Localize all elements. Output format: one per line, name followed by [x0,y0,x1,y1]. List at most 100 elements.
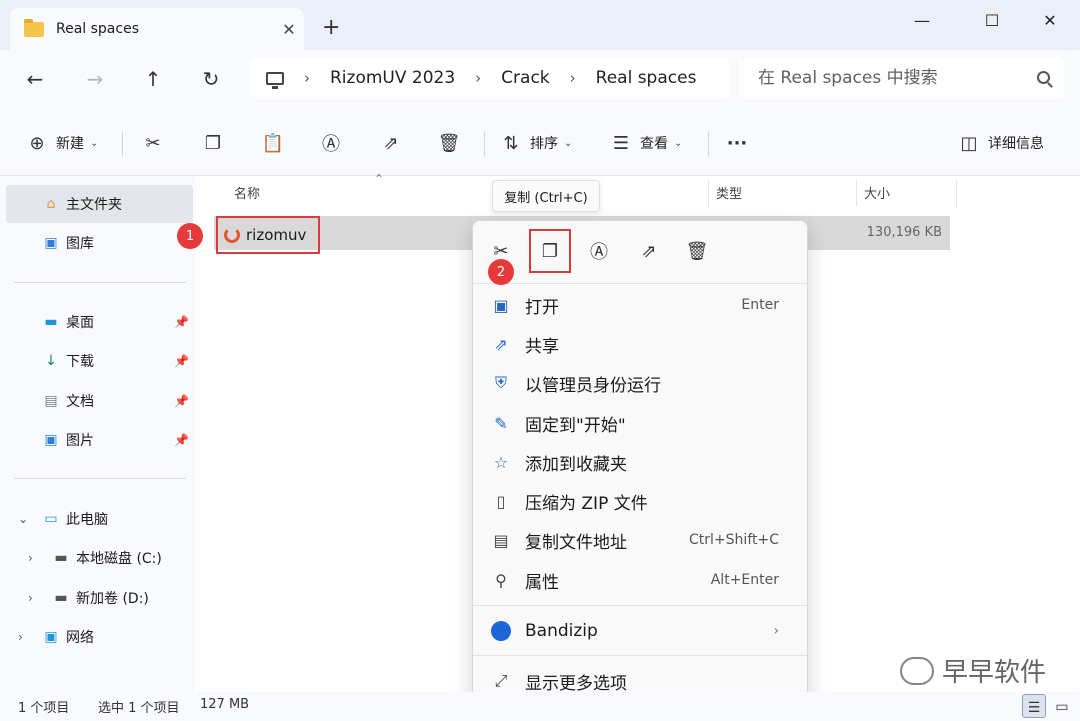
breadcrumb-item[interactable]: Crack [501,68,549,88]
menu-item-shortcut: Alt+Enter [710,572,779,588]
minimize-button[interactable]: — [900,6,944,34]
share-button[interactable]: ⇗ [380,128,402,158]
new-button[interactable]: ⊕ 新建 ⌄ [26,128,98,158]
details-view-button[interactable]: ☰ [1022,694,1046,718]
tab-real-spaces[interactable]: Real spaces ✕ [10,8,304,50]
delete-button[interactable]: 🗑 [438,128,461,158]
column-separator[interactable] [956,180,957,206]
sidebar-item-desktop[interactable]: ▬ 桌面 📌 [6,303,193,341]
file-name-cell[interactable]: rizomuv [216,216,320,254]
ctx-delete-button[interactable]: 🗑 [679,233,715,269]
gallery-icon: ▣ [44,235,58,251]
sidebar-item-drive-d[interactable]: › ▬ 新加卷 (D:) [6,579,193,617]
pin-icon[interactable]: 📌 [174,315,189,329]
tiles-view-button[interactable]: ▭ [1050,694,1074,718]
network-icon: ▣ [44,629,58,645]
sidebar-item-gallery[interactable]: ▣ 图库 [6,224,193,262]
breadcrumb-separator[interactable]: › [570,69,576,87]
ctx-rename-button[interactable]: Ⓐ [581,233,617,269]
sidebar-item-network[interactable]: › ▣ 网络 [6,618,193,656]
menu-item-add-favorites[interactable]: ☆ 添加到收藏夹 [481,444,799,480]
pin-icon[interactable]: 📌 [174,394,189,408]
chevron-down-icon: ⌄ [564,137,573,149]
sidebar-item-home[interactable]: ⌂ 主文件夹 [6,185,193,223]
desktop-icon: ▬ [44,314,58,330]
menu-item-compress-zip[interactable]: ▯ 压缩为 ZIP 文件 [481,483,799,519]
details-button[interactable]: ◫ 详细信息 [958,128,1044,158]
sidebar-item-this-pc[interactable]: ⌄ ▭ 此电脑 [6,500,193,538]
menu-item-run-as-admin[interactable]: ⛨ 以管理员身份运行 [481,365,799,401]
column-header-size[interactable]: 大小 [864,176,890,208]
menu-item-label: 固定到"开始" [525,415,626,436]
menu-item-label: 打开 [525,297,559,318]
pin-icon[interactable]: 📌 [174,433,189,447]
tab-title: Real spaces [56,21,139,37]
title-bar: Real spaces ✕ + — ☐ ✕ [0,0,1080,50]
forward-button[interactable]: → [80,64,110,94]
status-selected: 选中 1 个项目 [98,701,180,716]
paste-button[interactable]: 📋 [262,128,284,158]
address-bar: ← → ↑ ↻ › RizomUV 2023 › Crack › Real sp… [0,50,1080,108]
menu-item-open[interactable]: ▣ 打开 Enter [481,287,799,323]
breadcrumb-separator[interactable]: › [304,69,310,87]
menu-item-copy-path[interactable]: ▤ 复制文件地址 Ctrl+Shift+C [481,522,799,558]
chevron-right-icon[interactable]: › [28,551,33,565]
tab-close-icon[interactable]: ✕ [274,20,304,39]
more-button[interactable]: ··· [726,128,748,158]
breadcrumb[interactable]: › RizomUV 2023 › Crack › Real spaces [250,58,730,98]
back-button[interactable]: ← [20,64,50,94]
copy-button[interactable]: ❐ [202,128,224,158]
sidebar-item-downloads[interactable]: ↓ 下载 📌 [6,342,193,380]
view-button[interactable]: ☰ 查看 ⌄ [610,128,682,158]
computer-icon: ▭ [44,511,58,527]
download-icon: ↓ [45,353,57,369]
sidebar-item-drive-c[interactable]: › ▬ 本地磁盘 (C:) [6,539,193,577]
menu-item-share[interactable]: ⇗ 共享 [481,326,799,362]
menu-item-bandizip[interactable]: Bandizip › [481,613,799,649]
watermark-text: 早早软件 [942,658,1047,688]
column-header-name[interactable]: 名称 [234,176,260,208]
cut-button[interactable]: ✂ [142,128,164,158]
chevron-right-icon[interactable]: › [18,630,23,644]
breadcrumb-separator[interactable]: › [475,69,481,87]
toolbar-divider [122,132,123,156]
details-label: 详细信息 [988,136,1044,152]
step-badge: 1 [177,223,203,249]
ctx-copy-button[interactable]: ❐ [529,229,571,273]
sidebar-item-pictures[interactable]: ▣ 图片 📌 [6,421,193,459]
sort-button[interactable]: ⇅ 排序 ⌄ [500,128,572,158]
pin-icon[interactable]: 📌 [174,354,189,368]
maximize-button[interactable]: ☐ [970,6,1014,34]
menu-item-properties[interactable]: ⚲ 属性 Alt+Enter [481,562,799,598]
sidebar-item-documents[interactable]: ▤ 文档 📌 [6,382,193,420]
ctx-share-button[interactable]: ⇗ [631,233,667,269]
breadcrumb-item[interactable]: Real spaces [596,68,697,88]
zip-icon: ▯ [496,491,506,511]
chevron-right-icon[interactable]: › [28,591,33,605]
column-header-type[interactable]: 类型 [716,176,742,208]
column-separator[interactable] [856,180,857,206]
command-bar: ⊕ 新建 ⌄ ✂ ❐ 📋 Ⓐ ⇗ 🗑 ⇅ 排序 ⌄ ☰ 查看 ⌄ ··· ◫ 详… [0,108,1080,176]
new-tab-button[interactable]: + [322,17,340,39]
document-icon: ▤ [44,393,58,409]
close-window-button[interactable]: ✕ [1028,6,1072,34]
up-button[interactable]: ↑ [138,64,168,94]
copy-tooltip: 复制 (Ctrl+C) [492,180,600,212]
breadcrumb-item[interactable]: RizomUV 2023 [330,68,455,88]
search-icon[interactable] [1037,71,1050,84]
share-icon: ⇗ [383,132,399,154]
rename-button[interactable]: Ⓐ [320,128,342,158]
menu-divider [473,655,807,656]
pin-icon: ✎ [494,413,508,433]
menu-divider [473,283,807,284]
search-box[interactable] [740,58,1064,98]
column-separator[interactable] [708,180,709,206]
menu-item-pin-start[interactable]: ✎ 固定到"开始" [481,405,799,441]
monitor-icon [266,71,284,89]
chevron-down-icon[interactable]: ⌄ [18,512,28,526]
sidebar-item-label: 此电脑 [66,512,108,528]
new-label: 新建 [56,136,84,152]
status-selected-size: 127 MB [200,697,250,712]
search-input[interactable] [758,68,1018,88]
refresh-button[interactable]: ↻ [196,64,226,94]
